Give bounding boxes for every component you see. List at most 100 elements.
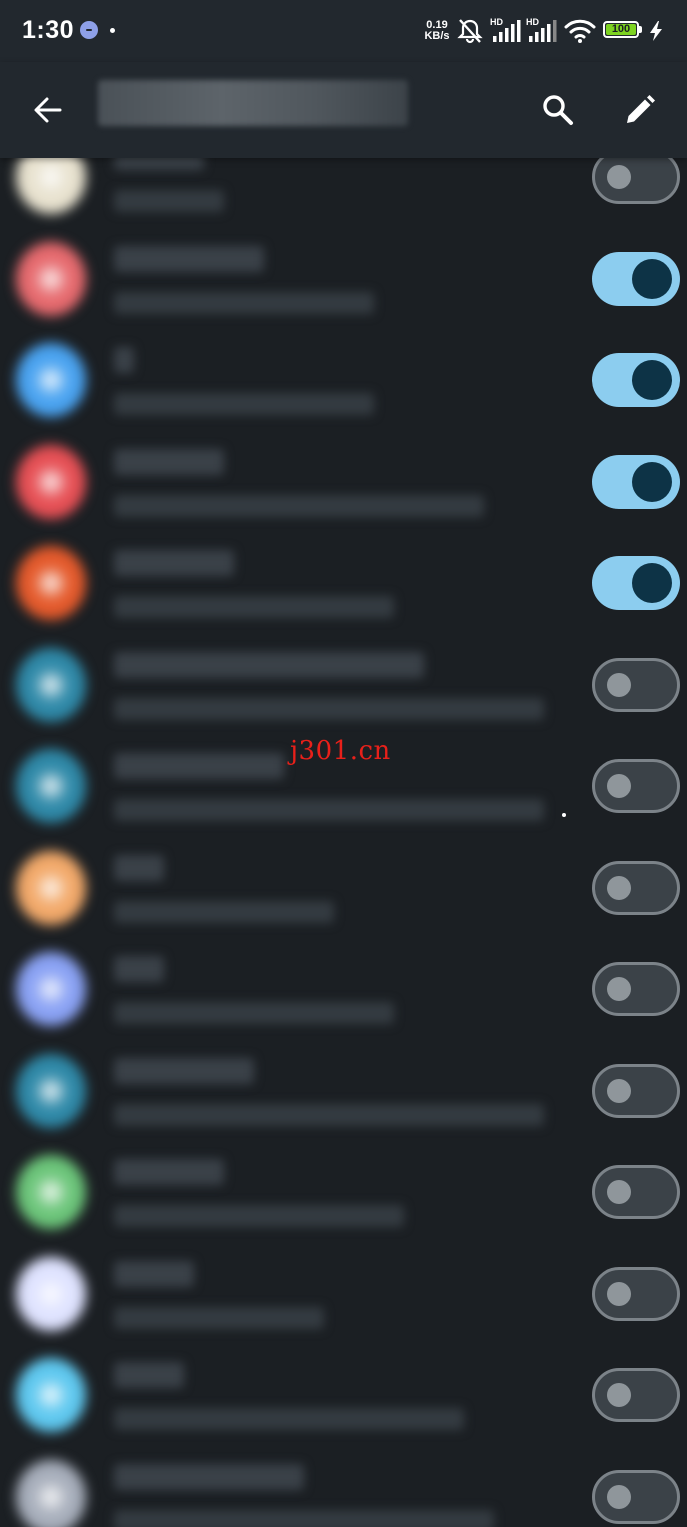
edit-button[interactable] — [612, 82, 668, 138]
app-subtitle — [114, 393, 374, 415]
back-button[interactable] — [20, 82, 76, 138]
list-item[interactable] — [0, 837, 687, 938]
app-icon — [16, 1459, 86, 1527]
svg-text:HD: HD — [490, 17, 503, 27]
app-name — [114, 651, 424, 678]
list-item[interactable] — [0, 329, 687, 430]
toggle-knob — [607, 1078, 631, 1103]
app-icon — [16, 241, 86, 316]
toggle-knob — [632, 360, 672, 400]
toggle-knob — [607, 165, 631, 189]
app-toggle-switch[interactable] — [592, 353, 680, 407]
toggle-knob — [607, 1383, 631, 1407]
app-subtitle — [114, 900, 334, 923]
toggle-knob — [607, 774, 631, 798]
notification-icon — [80, 21, 98, 39]
app-subtitle — [114, 1509, 494, 1527]
app-toggle-switch[interactable] — [592, 556, 680, 610]
app-subtitle — [114, 494, 484, 517]
app-text — [114, 1057, 544, 1126]
list-item[interactable] — [0, 228, 687, 329]
battery-tip — [639, 26, 642, 33]
app-name — [114, 245, 264, 272]
mute-icon — [456, 18, 484, 49]
list-item[interactable] — [0, 1243, 687, 1344]
app-text — [114, 1362, 544, 1430]
app-subtitle — [114, 291, 374, 314]
app-name — [114, 347, 134, 373]
search-button[interactable] — [530, 82, 586, 138]
app-toggle-switch[interactable] — [592, 759, 680, 813]
app-icon — [16, 444, 86, 519]
battery-icon: 100 — [603, 21, 639, 38]
app-toggle-switch[interactable] — [592, 1266, 680, 1321]
app-icon — [16, 647, 86, 722]
status-bar: 1:30 0.19 KB/s HD HD 100 — [0, 0, 687, 62]
app-name — [114, 550, 234, 576]
hd-signal-icon-2: HD — [526, 16, 558, 49]
list-item[interactable] — [0, 1040, 687, 1141]
battery-level: 100 — [611, 23, 631, 35]
list-item[interactable] — [0, 938, 687, 1039]
toggle-knob — [607, 1180, 631, 1204]
app-toggle-switch[interactable] — [592, 251, 680, 306]
app-text — [114, 1159, 544, 1227]
app-toggle-switch[interactable] — [592, 860, 680, 915]
arrow-back-icon — [34, 97, 62, 123]
hd-signal-icon: HD — [490, 16, 522, 49]
status-time: 1:30 — [22, 16, 75, 44]
list-item[interactable] — [0, 1344, 687, 1445]
app-subtitle — [114, 799, 544, 821]
app-icon — [16, 1256, 86, 1331]
wifi-icon — [564, 18, 596, 49]
app-toggle-switch[interactable] — [592, 1165, 680, 1219]
app-subtitle — [114, 1306, 324, 1329]
more-notifications-dot — [110, 28, 115, 33]
app-icon — [16, 343, 86, 417]
app-toggle-switch[interactable] — [592, 1469, 680, 1524]
app-subtitle — [114, 1103, 544, 1126]
list-item[interactable] — [0, 532, 687, 633]
app-name — [114, 1362, 184, 1388]
app-subtitle — [114, 1408, 464, 1430]
app-name — [114, 1159, 224, 1185]
toggle-knob — [607, 1484, 631, 1509]
app-subtitle — [114, 596, 394, 618]
toggle-knob — [607, 875, 631, 900]
toggle-knob — [632, 461, 672, 502]
app-icon — [16, 952, 86, 1026]
app-toggle-switch[interactable] — [592, 1368, 680, 1422]
app-icon — [16, 749, 86, 823]
list-item[interactable] — [0, 1141, 687, 1242]
app-name — [114, 1260, 194, 1287]
charging-icon — [648, 20, 664, 47]
app-icon — [16, 1358, 86, 1432]
app-name — [114, 854, 164, 881]
page-title — [98, 80, 408, 126]
toggle-knob — [607, 672, 631, 697]
app-subtitle — [114, 190, 224, 212]
app-name — [114, 1057, 254, 1084]
list-item[interactable] — [0, 1446, 687, 1527]
network-speed: 0.19 KB/s — [420, 20, 454, 42]
toggle-knob — [607, 1281, 631, 1306]
app-toggle-switch[interactable] — [592, 657, 680, 712]
app-toggle-switch[interactable] — [592, 150, 680, 204]
app-toggle-switch[interactable] — [592, 454, 680, 509]
app-subtitle — [114, 1002, 394, 1024]
app-bar — [0, 62, 687, 158]
app-name — [114, 956, 164, 982]
toggle-knob — [607, 977, 631, 1001]
toggle-knob — [632, 563, 672, 603]
list-item[interactable] — [0, 634, 687, 735]
app-toggle-switch[interactable] — [592, 1063, 680, 1118]
list-item[interactable] — [0, 431, 687, 532]
app-text — [114, 347, 544, 415]
app-text — [114, 651, 544, 720]
app-text — [114, 1260, 544, 1329]
watermark-text: j301.cn — [290, 736, 391, 766]
app-permission-list-screen: 1:30 0.19 KB/s HD HD 100 j301.cn — [0, 0, 687, 1527]
search-icon — [543, 95, 573, 125]
app-name — [114, 753, 284, 779]
app-toggle-switch[interactable] — [592, 962, 680, 1016]
